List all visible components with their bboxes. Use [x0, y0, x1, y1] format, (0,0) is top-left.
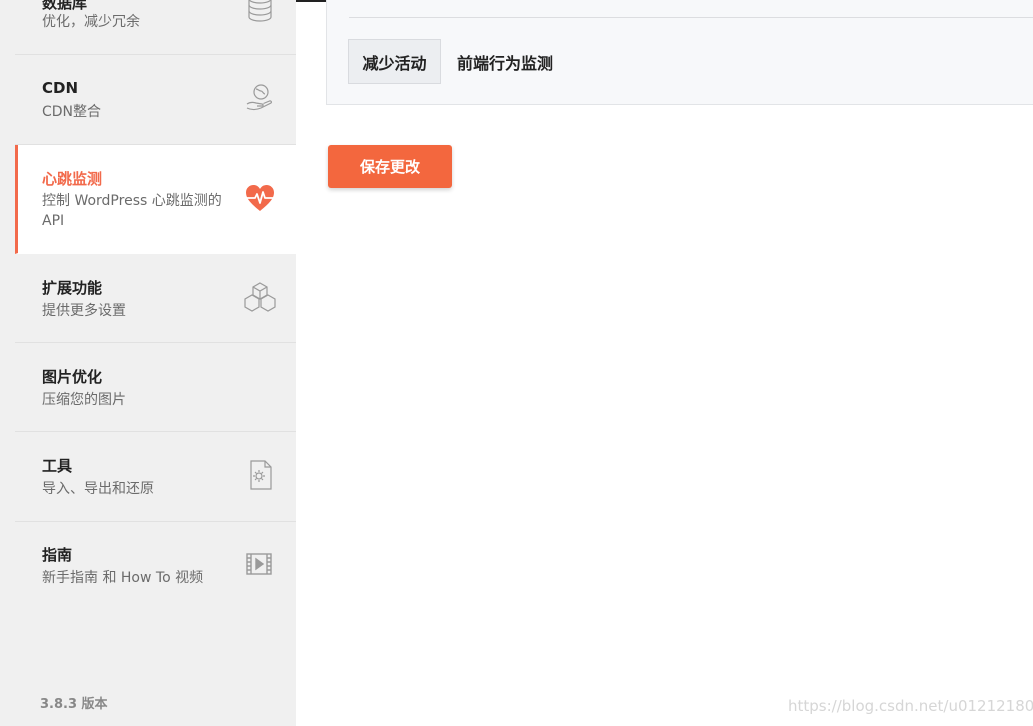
save-changes-button[interactable]: 保存更改 — [328, 145, 452, 188]
sidebar-item-title: 扩展功能 — [42, 279, 103, 297]
sidebar-item-desc: 提供更多设置 — [42, 303, 126, 319]
sidebar-item-desc: 压缩您的图片 — [42, 392, 126, 408]
sidebar-item-guide[interactable]: 指南 新手指南 和 How To 视频 — [15, 522, 296, 610]
sidebar-item-desc: 控制 WordPress 心跳监测的 API — [42, 193, 222, 229]
settings-panel: 减少活动 前端行为监测 — [326, 0, 1033, 105]
globe-hand-icon — [244, 81, 276, 113]
sidebar-item-desc: 新手指南 和 How To 视频 — [42, 570, 204, 586]
sidebar-item-tools[interactable]: 工具 导入、导出和还原 — [15, 432, 296, 522]
sidebar-item-desc: 优化，减少冗余 — [42, 14, 140, 30]
sidebar-item-image-optimization[interactable]: 图片优化 压缩您的图片 — [15, 343, 296, 432]
reduce-activity-button[interactable]: 减少活动 — [348, 39, 441, 84]
sidebar-item-title: 图片优化 — [42, 368, 103, 386]
sidebar-item-desc: CDN整合 — [42, 104, 102, 120]
sidebar-item-title: 心跳监测 — [42, 170, 103, 188]
sidebar-item-title: CDN — [42, 79, 79, 97]
frontend-monitoring-label: 前端行为监测 — [457, 54, 554, 73]
sidebar-item-cdn[interactable]: CDN CDN整合 — [15, 55, 296, 145]
cubes-icon — [244, 281, 276, 313]
sidebar-item-title: 工具 — [42, 457, 73, 475]
video-icon — [244, 550, 276, 582]
sidebar-item-heartbeat[interactable]: 心跳监测 控制 WordPress 心跳监测的 API — [15, 145, 296, 254]
sidebar: 数据库 优化，减少冗余 CDN CDN整合 心跳监测 控制 WordPress — [0, 0, 296, 726]
sidebar-item-desc: 导入、导出和还原 — [42, 481, 154, 497]
panel-divider — [349, 17, 1033, 18]
sidebar-item-database[interactable]: 数据库 优化，减少冗余 — [15, 0, 296, 55]
watermark: https://blog.csdn.net/u012121805 — [788, 697, 1033, 715]
sidebar-item-addons[interactable]: 扩展功能 提供更多设置 — [15, 254, 296, 343]
sidebar-item-title: 指南 — [42, 546, 73, 564]
heartbeat-icon — [244, 182, 276, 214]
file-gear-icon — [244, 459, 276, 491]
database-icon — [244, 0, 276, 24]
version-label: 3.8.3 版本 — [40, 697, 108, 712]
